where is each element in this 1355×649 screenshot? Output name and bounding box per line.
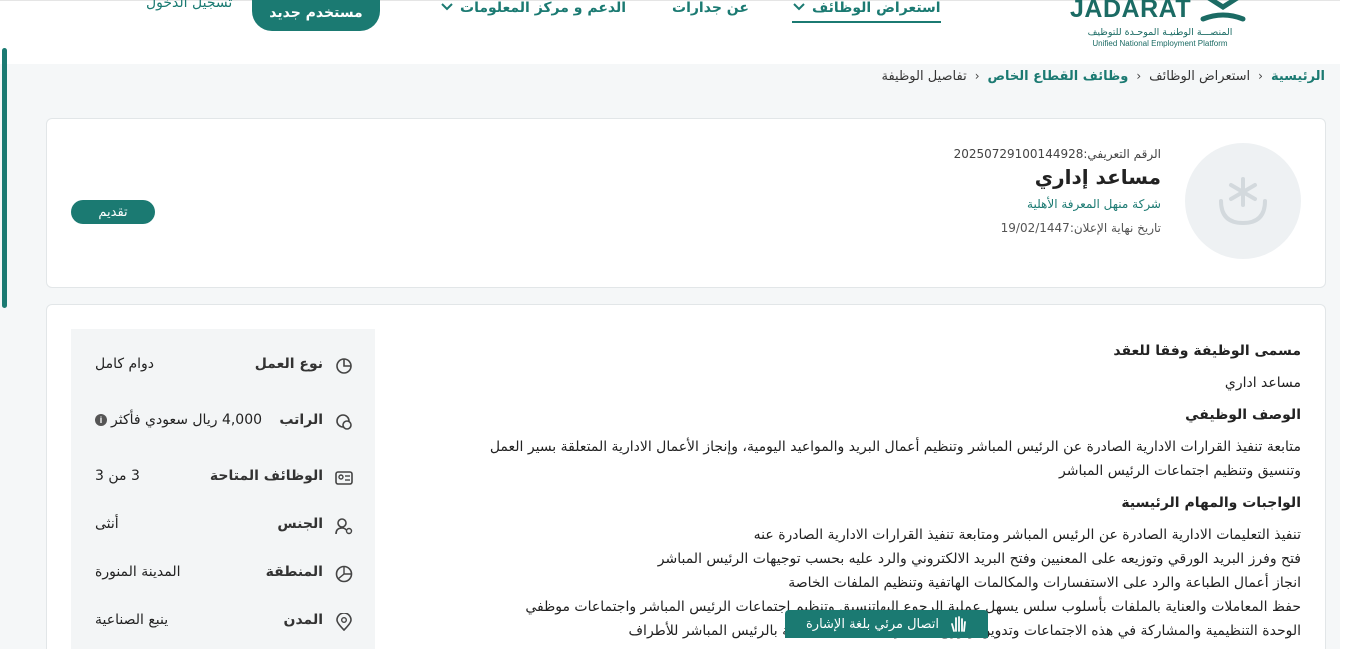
job-deadline-label: تاريخ نهاية الإعلان: bbox=[1069, 221, 1161, 235]
attribute-value: دوام كامل bbox=[95, 356, 154, 372]
logo-subtitle-arabic: المنصـــة الوطنيـة الموحـدة للتوظيف bbox=[1087, 27, 1233, 38]
breadcrumb-browse-jobs[interactable]: استعراض الوظائف bbox=[1149, 69, 1250, 84]
attribute-label: الراتب bbox=[279, 412, 323, 428]
breadcrumb-chevron-icon: ‹ bbox=[1258, 69, 1263, 83]
attribute-label: الوظائف المتاحة bbox=[209, 468, 323, 484]
login-link[interactable]: تسجيل الدخول bbox=[146, 0, 232, 11]
job-id: الرقم التعريفي:20250729100144928 bbox=[954, 147, 1161, 161]
logo-subtitle-english: Unified National Employment Platform bbox=[1092, 39, 1228, 48]
gender-icon bbox=[333, 515, 355, 537]
attribute-value: المدينة المنورة bbox=[95, 564, 180, 580]
attribute-label: المنطقة bbox=[265, 564, 323, 580]
city-value: ينبع الصناعية bbox=[95, 612, 169, 628]
breadcrumb-private-sector[interactable]: وظائف القطاع الخاص bbox=[988, 69, 1129, 84]
location-pin-icon bbox=[333, 611, 355, 633]
attribute-gender: الجنس أنثى bbox=[71, 505, 375, 545]
attribute-work-type: نوع العمل دوام كامل bbox=[71, 345, 375, 385]
positions-value: 3 من 3 bbox=[95, 468, 140, 484]
logo-wordmark: JADARAT bbox=[1070, 0, 1192, 23]
breadcrumb-chevron-icon: ‹ bbox=[1136, 69, 1142, 83]
nav-support-label: الدعم و مركز المعلومات bbox=[460, 0, 627, 16]
contract-title-heading: مسمى الوظيفة وفقا للعقد bbox=[1113, 343, 1301, 359]
attribute-value: أنثى bbox=[95, 516, 119, 532]
job-attributes-panel: نوع العمل دوام كامل الراتب 4,000 ريال سع… bbox=[71, 329, 375, 649]
description-line: متابعة تنفيذ القرارات الادارية الصادرة ع… bbox=[489, 439, 1301, 455]
job-id-value: 20250729100144928 bbox=[953, 147, 1084, 161]
duties-heading: الواجبات والمهام الرئيسية bbox=[1121, 495, 1301, 511]
nav-support[interactable]: الدعم و مركز المعلومات bbox=[440, 0, 626, 21]
company-placeholder-icon bbox=[1219, 177, 1267, 226]
job-title: مساعد إداري bbox=[1034, 165, 1161, 189]
work-type-value: دوام كامل bbox=[95, 356, 155, 372]
breadcrumb-home[interactable]: الرئيسية bbox=[1271, 69, 1325, 84]
job-header-card: الرقم التعريفي:20250729100144928 مساعد إ… bbox=[46, 118, 1326, 288]
job-deadline-value: 19/02/1447 bbox=[1000, 221, 1070, 235]
nav-browse-jobs[interactable]: استعراض الوظائف bbox=[792, 0, 941, 23]
duty-line: انجاز أعمال الطباعة والرد على الاستفسارا… bbox=[788, 575, 1301, 591]
job-description: مسمى الوظيفة وفقا للعقد مساعد اداري الوص… bbox=[401, 339, 1301, 643]
breadcrumb-current: تفاصيل الوظيفة bbox=[881, 68, 967, 84]
duty-line: تنفيذ التعليمات الادارية الصادرة عن الرئ… bbox=[753, 527, 1301, 543]
attribute-label: الجنس bbox=[277, 516, 323, 532]
attribute-city: المدن ينبع الصناعية bbox=[71, 601, 375, 641]
nav-about-label: عن جدارات bbox=[672, 0, 749, 16]
logo-emblem-icon bbox=[1200, 0, 1246, 22]
description-heading: الوصف الوظيفي bbox=[1185, 407, 1301, 423]
info-icon[interactable]: i bbox=[95, 414, 107, 426]
left-accent-strip bbox=[2, 48, 7, 308]
chevron-down-icon bbox=[792, 1, 806, 15]
job-info: الرقم التعريفي:20250729100144928 مساعد إ… bbox=[954, 147, 1161, 235]
region-value: المدينة المنورة bbox=[95, 564, 181, 580]
company-avatar bbox=[1185, 143, 1301, 259]
apply-button[interactable]: تقديم bbox=[71, 200, 155, 224]
duty-line: فتح وفرز البريد الورقي وتوزيعه على المعن… bbox=[657, 551, 1301, 567]
job-deadline: تاريخ نهاية الإعلان:19/02/1447 bbox=[954, 221, 1161, 235]
money-icon bbox=[333, 411, 355, 433]
attribute-available-positions: الوظائف المتاحة 3 من 3 bbox=[71, 457, 375, 497]
pie-chart-icon bbox=[333, 355, 355, 377]
gender-value: أنثى bbox=[95, 516, 119, 532]
breadcrumb-chevron-icon: ‹ bbox=[974, 69, 980, 83]
attribute-region: المنطقة المدينة المنورة bbox=[71, 553, 375, 593]
attribute-value: 4,000 ريال سعودي فأكثر i bbox=[95, 412, 262, 428]
job-details-card: نوع العمل دوام كامل الراتب 4,000 ريال سع… bbox=[46, 304, 1326, 649]
jadarat-logo[interactable]: JADARAT المنصـــة الوطنيـة الموحـدة للتو… bbox=[1062, 0, 1262, 59]
nav-about[interactable]: عن جدارات bbox=[672, 0, 749, 21]
sign-language-call-button[interactable]: اتصال مرئي بلغة الإشارة bbox=[785, 610, 988, 638]
description-line: وتنسيق وتنظيم اجتماعات الرئيس المباشر bbox=[1059, 463, 1301, 479]
contract-title-value: مساعد اداري bbox=[1224, 375, 1301, 391]
sign-language-label: اتصال مرئي بلغة الإشارة bbox=[805, 616, 940, 632]
id-card-icon bbox=[333, 467, 355, 489]
company-name-link[interactable]: شركة منهل المعرفة الأهلية bbox=[954, 197, 1161, 211]
attribute-salary: الراتب 4,000 ريال سعودي فأكثر i bbox=[71, 401, 375, 441]
region-map-icon bbox=[333, 563, 355, 585]
attribute-value: ينبع الصناعية bbox=[95, 612, 168, 628]
job-id-label: الرقم التعريفي: bbox=[1083, 147, 1161, 161]
hand-sign-icon bbox=[951, 616, 966, 632]
nav-browse-jobs-label: استعراض الوظائف bbox=[812, 0, 941, 16]
chevron-down-icon bbox=[440, 1, 454, 15]
breadcrumb: الرئيسية ‹ استعراض الوظائف ‹ وظائف القطا… bbox=[881, 66, 1325, 86]
register-button[interactable]: مستخدم جديد bbox=[252, 0, 380, 31]
top-navigation-bar: JADARAT المنصـــة الوطنيـة الموحـدة للتو… bbox=[0, 0, 1340, 64]
salary-value: 4,000 ريال سعودي فأكثر bbox=[111, 412, 263, 428]
scrollbar-track[interactable] bbox=[1340, 0, 1355, 649]
attribute-label: المدن bbox=[283, 612, 323, 628]
attribute-label: نوع العمل bbox=[254, 356, 323, 372]
attribute-value: 3 من 3 bbox=[95, 468, 140, 484]
